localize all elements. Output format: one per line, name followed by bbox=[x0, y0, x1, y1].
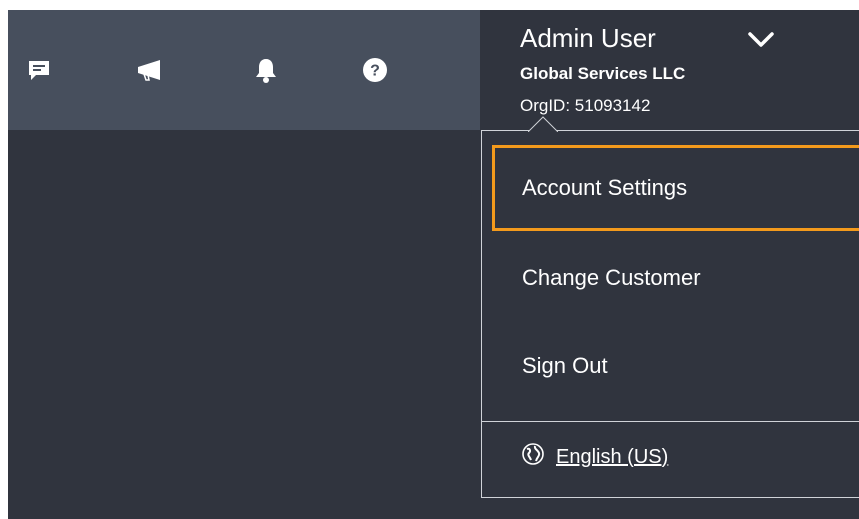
organization-id: OrgID: 51093142 bbox=[520, 96, 651, 115]
user-name: Admin User bbox=[520, 23, 656, 53]
menu-item-change-customer[interactable]: Change Customer bbox=[492, 235, 859, 321]
menu-divider bbox=[482, 421, 859, 422]
chevron-down-icon[interactable] bbox=[746, 30, 776, 50]
megaphone-icon[interactable] bbox=[136, 54, 164, 86]
user-menu-header[interactable]: Admin User Global Services LLC OrgID: 51… bbox=[480, 10, 859, 130]
menu-item-label: Account Settings bbox=[522, 175, 688, 200]
menu-item-label: Sign Out bbox=[522, 353, 608, 378]
toolbar: ? bbox=[8, 10, 480, 130]
menu-item-account-settings[interactable]: Account Settings bbox=[492, 145, 859, 231]
organization-name: Global Services LLC bbox=[520, 64, 686, 83]
globe-icon bbox=[522, 443, 544, 471]
svg-text:?: ? bbox=[370, 63, 380, 80]
menu-item-sign-out[interactable]: Sign Out bbox=[492, 323, 859, 409]
app-window: ? Admin User Global Services LLC OrgID: … bbox=[8, 10, 859, 519]
bell-icon[interactable] bbox=[252, 54, 280, 86]
feedback-icon[interactable] bbox=[25, 54, 53, 86]
menu-item-label: Change Customer bbox=[522, 265, 701, 290]
help-icon[interactable]: ? bbox=[361, 54, 389, 86]
language-selector[interactable]: English (US) bbox=[522, 443, 668, 471]
account-dropdown-menu: Account Settings Change Customer Sign Ou… bbox=[481, 116, 859, 498]
language-label: English (US) bbox=[556, 445, 669, 468]
dropdown-caret-icon bbox=[528, 116, 558, 132]
